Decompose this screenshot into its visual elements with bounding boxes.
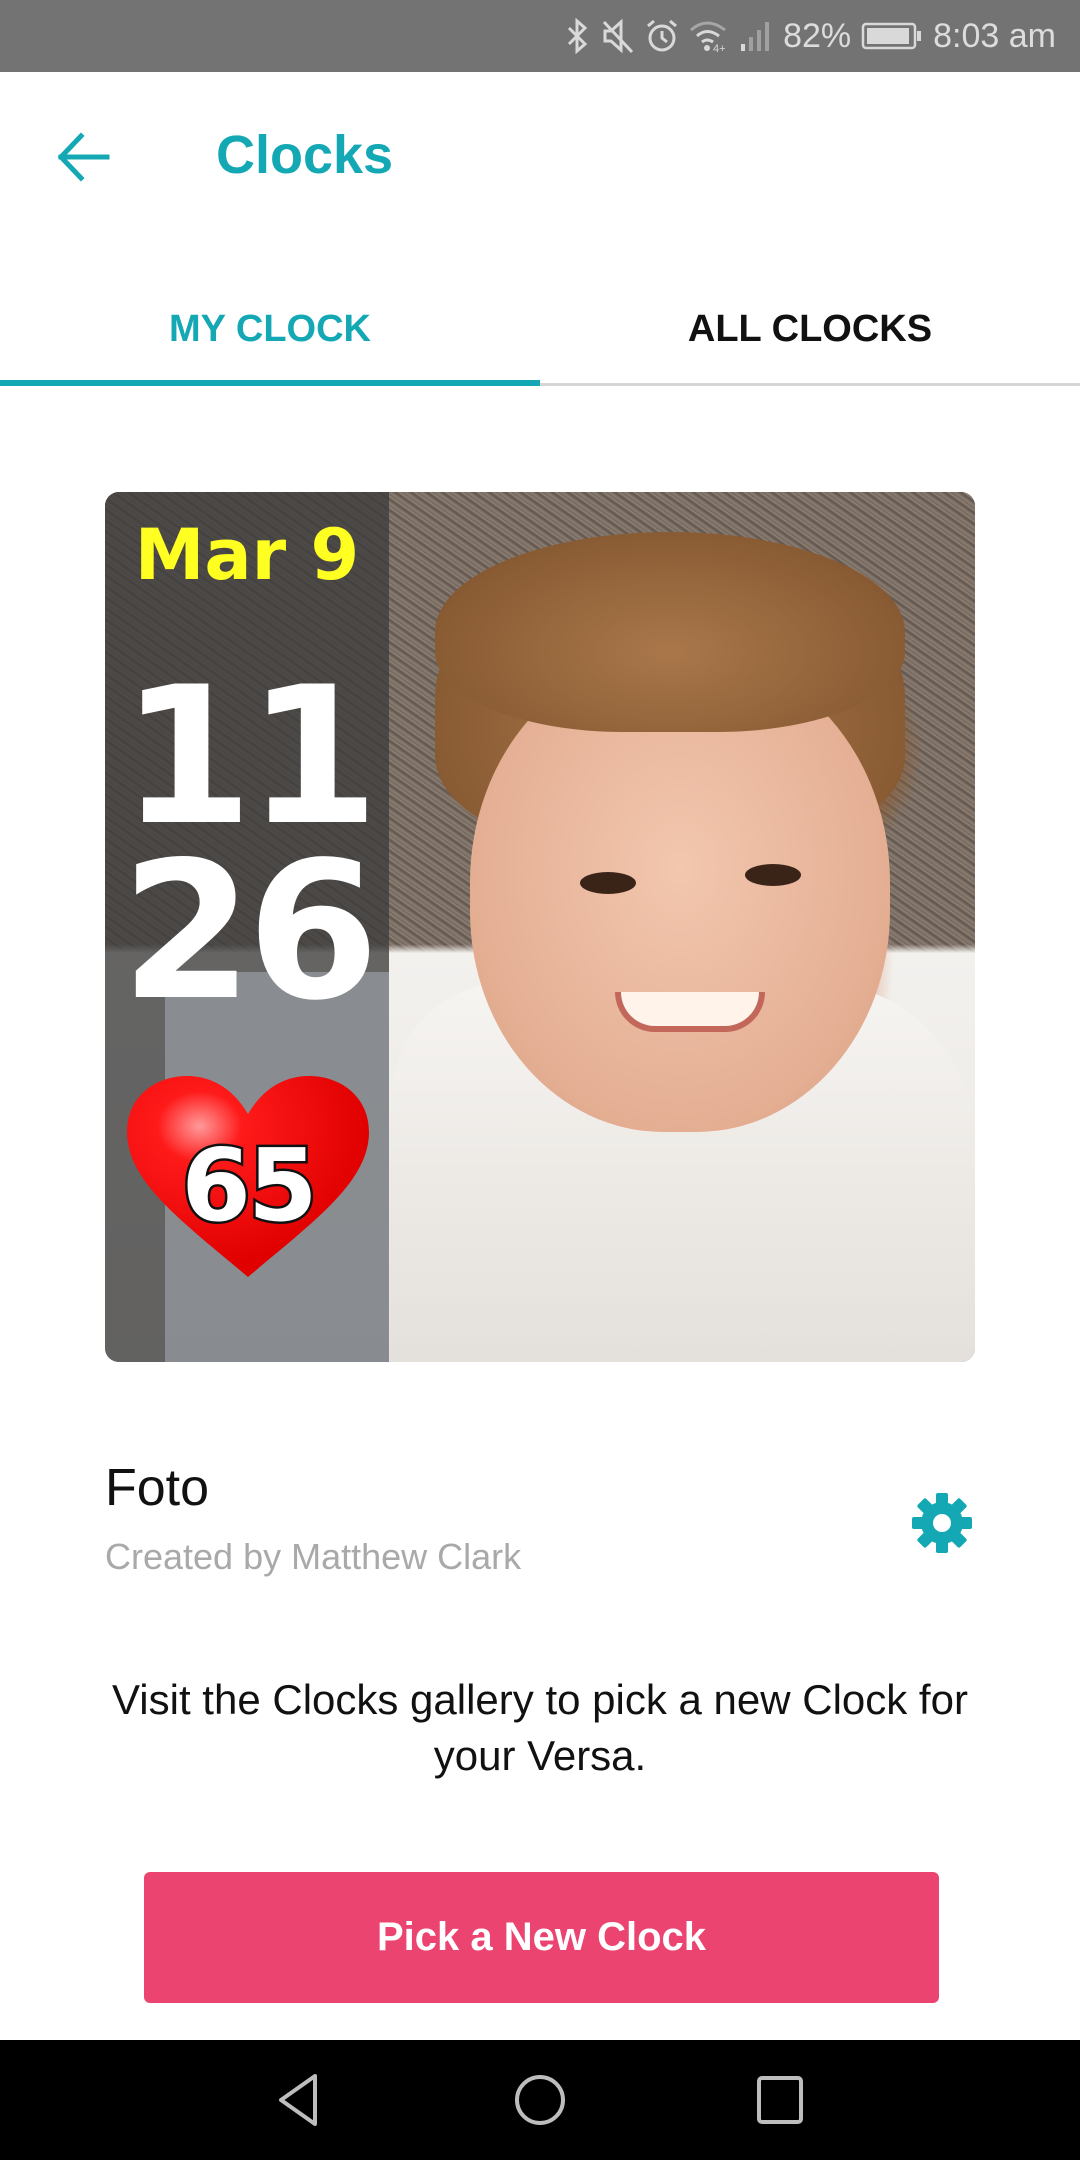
recents-square-icon [757, 2076, 803, 2124]
back-button[interactable] [48, 122, 118, 192]
tab-all-clocks[interactable]: ALL CLOCKS [540, 272, 1080, 386]
photo-eye-right [745, 864, 801, 886]
arrow-left-icon [57, 132, 110, 182]
gallery-info-text: Visit the Clocks gallery to pick a new C… [112, 1676, 968, 1779]
heart-rate-value: 65 [179, 1125, 320, 1247]
clock-date: Mar 9 [134, 514, 360, 596]
svg-text:4+: 4+ [713, 43, 726, 54]
tab-my-clock[interactable]: MY CLOCK [0, 272, 540, 386]
clock-name: Foto [105, 1459, 210, 1517]
home-circle-icon [515, 2075, 565, 2125]
battery-icon [861, 22, 922, 50]
photo-eye-left [580, 872, 636, 894]
app-bar: Clocks [0, 72, 1080, 240]
clock-author: Created by Matthew Clark [105, 1536, 522, 1577]
wifi-icon: 4+ [690, 21, 726, 54]
nav-recents-button[interactable] [740, 2070, 820, 2130]
nav-home-button[interactable] [500, 2070, 580, 2130]
tab-bar: MY CLOCK ALL CLOCKS [0, 272, 1080, 386]
clock-time: 8:03 am [933, 16, 1056, 55]
bluetooth-icon [568, 18, 588, 54]
system-nav-bar [0, 2040, 1080, 2160]
status-bar: 4+ 82% 8:03 am [0, 0, 1080, 72]
battery-percent: 82% [783, 16, 852, 55]
tab-indicator [0, 380, 540, 386]
page-title: Clocks [216, 125, 394, 185]
back-triangle-icon [279, 2074, 317, 2126]
mute-icon [602, 18, 634, 54]
gear-icon [912, 1493, 972, 1553]
photo-smile [615, 992, 765, 1032]
clock-settings-button[interactable] [904, 1485, 980, 1561]
photo-hair-top [435, 532, 905, 732]
pick-new-clock-button[interactable]: Pick a New Clock [144, 1872, 939, 2003]
nav-back-button[interactable] [260, 2070, 340, 2130]
signal-icon [741, 22, 770, 51]
status-icons: 4+ 82% 8:03 am [565, 0, 1056, 72]
clock-face-preview[interactable]: Mar 9 11 26 65 [105, 492, 975, 1362]
alarm-icon [647, 19, 678, 52]
clock-minute: 26 [120, 821, 379, 1042]
